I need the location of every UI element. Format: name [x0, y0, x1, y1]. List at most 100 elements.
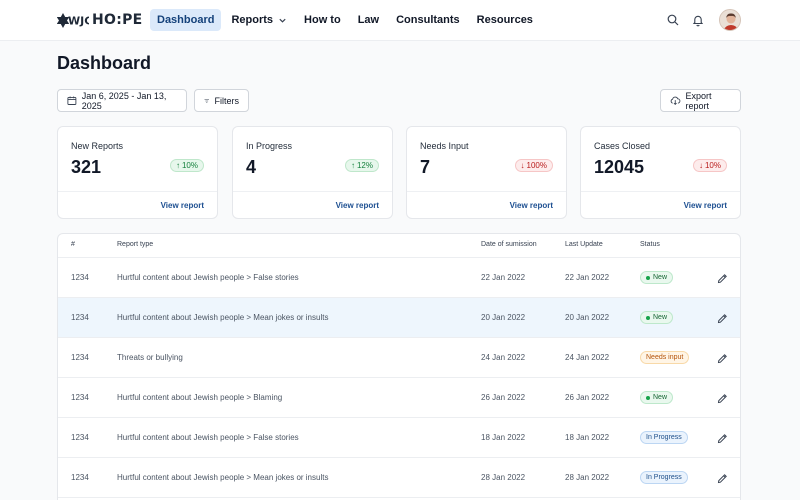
stat-value: 4: [246, 157, 257, 177]
trend-value: 12%: [356, 161, 373, 170]
nav-law[interactable]: Law: [351, 9, 386, 31]
edit-pencil-icon[interactable]: [715, 311, 729, 325]
date-range-button[interactable]: Jan 6, 2025 - Jan 13, 2025: [57, 89, 187, 112]
page-title: Dashboard: [57, 53, 152, 73]
row-report-type: Threats or bullying: [117, 353, 183, 362]
edit-pencil-icon[interactable]: [715, 271, 729, 285]
filters-label: Filters: [214, 95, 240, 106]
card-divider: [581, 191, 740, 192]
row-submission-date: 26 Jan 2022: [481, 393, 526, 402]
view-report-link[interactable]: View report: [684, 201, 727, 210]
stat-card-cases-closed: Cases Closed 12045 ↓ 10% View report: [580, 126, 741, 219]
table-row[interactable]: 1234 Hurtful content about Jewish people…: [58, 418, 740, 458]
nav-reports-label: Reports: [231, 14, 274, 26]
stat-card-in-progress: In Progress 4 ↑ 12% View report: [232, 126, 393, 219]
nav-resources[interactable]: Resources: [470, 9, 540, 31]
view-report-link[interactable]: View report: [161, 201, 204, 210]
top-navigation-bar: WJC HO:PE Dashboard Reports How to Law C…: [0, 0, 800, 41]
trend-badge: ↑ 10%: [169, 159, 204, 172]
card-divider: [58, 191, 217, 192]
trend-badge: ↑ 12%: [344, 159, 379, 172]
status-badge: New: [640, 311, 674, 324]
status-dot-icon: [646, 395, 650, 400]
card-divider: [233, 191, 392, 192]
filters-button[interactable]: Filters: [194, 89, 249, 112]
status-label: In Progress: [646, 434, 682, 441]
nav-resources-label: Resources: [476, 14, 533, 26]
row-number: 1234: [71, 433, 89, 442]
column-header-status: Status: [640, 241, 660, 248]
column-header-submission-date: Date of sumission: [481, 241, 537, 248]
arrow-down-icon: ↓: [520, 161, 525, 170]
trend-value: 10%: [704, 161, 721, 170]
status-badge: New: [640, 391, 674, 404]
row-number: 1234: [71, 273, 89, 282]
stat-value: 12045: [594, 157, 645, 177]
svg-text:WJC: WJC: [68, 15, 89, 28]
view-report-link[interactable]: View report: [336, 201, 379, 210]
table-row[interactable]: 1234 Threats or bullying 24 Jan 2022 24 …: [58, 338, 740, 378]
reports-table: # Report type Date of sumission Last Upd…: [57, 233, 741, 500]
status-badge: New: [640, 271, 674, 284]
status-label: New: [653, 274, 668, 281]
edit-pencil-icon[interactable]: [715, 351, 729, 365]
row-report-type: Hurtful content about Jewish people > Fa…: [117, 273, 299, 282]
table-row[interactable]: 1234 Hurtful content about Jewish people…: [58, 298, 740, 338]
main-nav: Dashboard Reports How to Law Consultants…: [150, 9, 543, 31]
export-report-button[interactable]: Export report: [660, 89, 741, 112]
trend-badge: ↓ 100%: [514, 159, 553, 172]
stat-label: Cases Closed: [594, 141, 651, 151]
edit-pencil-icon[interactable]: [715, 431, 729, 445]
row-submission-date: 18 Jan 2022: [481, 433, 526, 442]
row-report-type: Hurtful content about Jewish people > Me…: [117, 313, 329, 322]
status-badge: Needs input: [640, 351, 690, 364]
stat-label: Needs Input: [420, 141, 469, 151]
nav-consultants[interactable]: Consultants: [389, 9, 467, 31]
row-last-update: 18 Jan 2022: [565, 433, 610, 442]
column-header-number: #: [71, 241, 75, 248]
row-last-update: 24 Jan 2022: [565, 353, 610, 362]
export-report-label: Export report: [685, 90, 712, 111]
row-submission-date: 28 Jan 2022: [481, 473, 526, 482]
nav-reports[interactable]: Reports: [224, 9, 294, 31]
calendar-icon: [67, 96, 77, 105]
stat-label: In Progress: [246, 141, 293, 151]
status-label: New: [653, 394, 668, 401]
search-icon[interactable]: [665, 12, 681, 28]
stat-label: New Reports: [71, 141, 124, 151]
logo-wordmark: HO:PE: [92, 12, 143, 28]
table-row[interactable]: 1234 Hurtful content about Jewish people…: [58, 258, 740, 298]
nav-dashboard-label: Dashboard: [157, 14, 215, 26]
nav-dashboard[interactable]: Dashboard: [150, 9, 222, 31]
filter-icon: [204, 98, 209, 103]
status-badge: In Progress: [640, 431, 688, 444]
nav-how-to[interactable]: How to: [297, 9, 348, 31]
table-header: # Report type Date of sumission Last Upd…: [58, 234, 740, 258]
stat-value: 7: [420, 157, 431, 177]
row-report-type: Hurtful content about Jewish people > Me…: [117, 473, 329, 482]
status-label: In Progress: [646, 474, 682, 481]
avatar[interactable]: [719, 9, 741, 31]
edit-pencil-icon[interactable]: [715, 391, 729, 405]
stat-card-needs-input: Needs Input 7 ↓ 100% View report: [406, 126, 567, 219]
row-number: 1234: [71, 473, 89, 482]
trend-badge: ↓ 10%: [692, 159, 727, 172]
status-badge: In Progress: [640, 471, 688, 484]
edit-pencil-icon[interactable]: [715, 471, 729, 485]
logo[interactable]: WJC HO:PE: [57, 11, 143, 29]
row-submission-date: 24 Jan 2022: [481, 353, 526, 362]
row-last-update: 22 Jan 2022: [565, 273, 610, 282]
bell-icon[interactable]: [690, 12, 706, 28]
table-row[interactable]: 1234 Hurtful content about Jewish people…: [58, 458, 740, 498]
stat-value: 321: [71, 157, 102, 177]
status-label: Needs input: [646, 354, 684, 361]
cloud-download-icon: [670, 96, 681, 106]
view-report-link[interactable]: View report: [510, 201, 553, 210]
chevron-down-icon: [279, 18, 286, 23]
row-last-update: 26 Jan 2022: [565, 393, 610, 402]
row-submission-date: 20 Jan 2022: [481, 313, 526, 322]
status-dot-icon: [646, 275, 650, 280]
status-label: New: [653, 314, 668, 321]
row-number: 1234: [71, 313, 89, 322]
table-row[interactable]: 1234 Hurtful content about Jewish people…: [58, 378, 740, 418]
